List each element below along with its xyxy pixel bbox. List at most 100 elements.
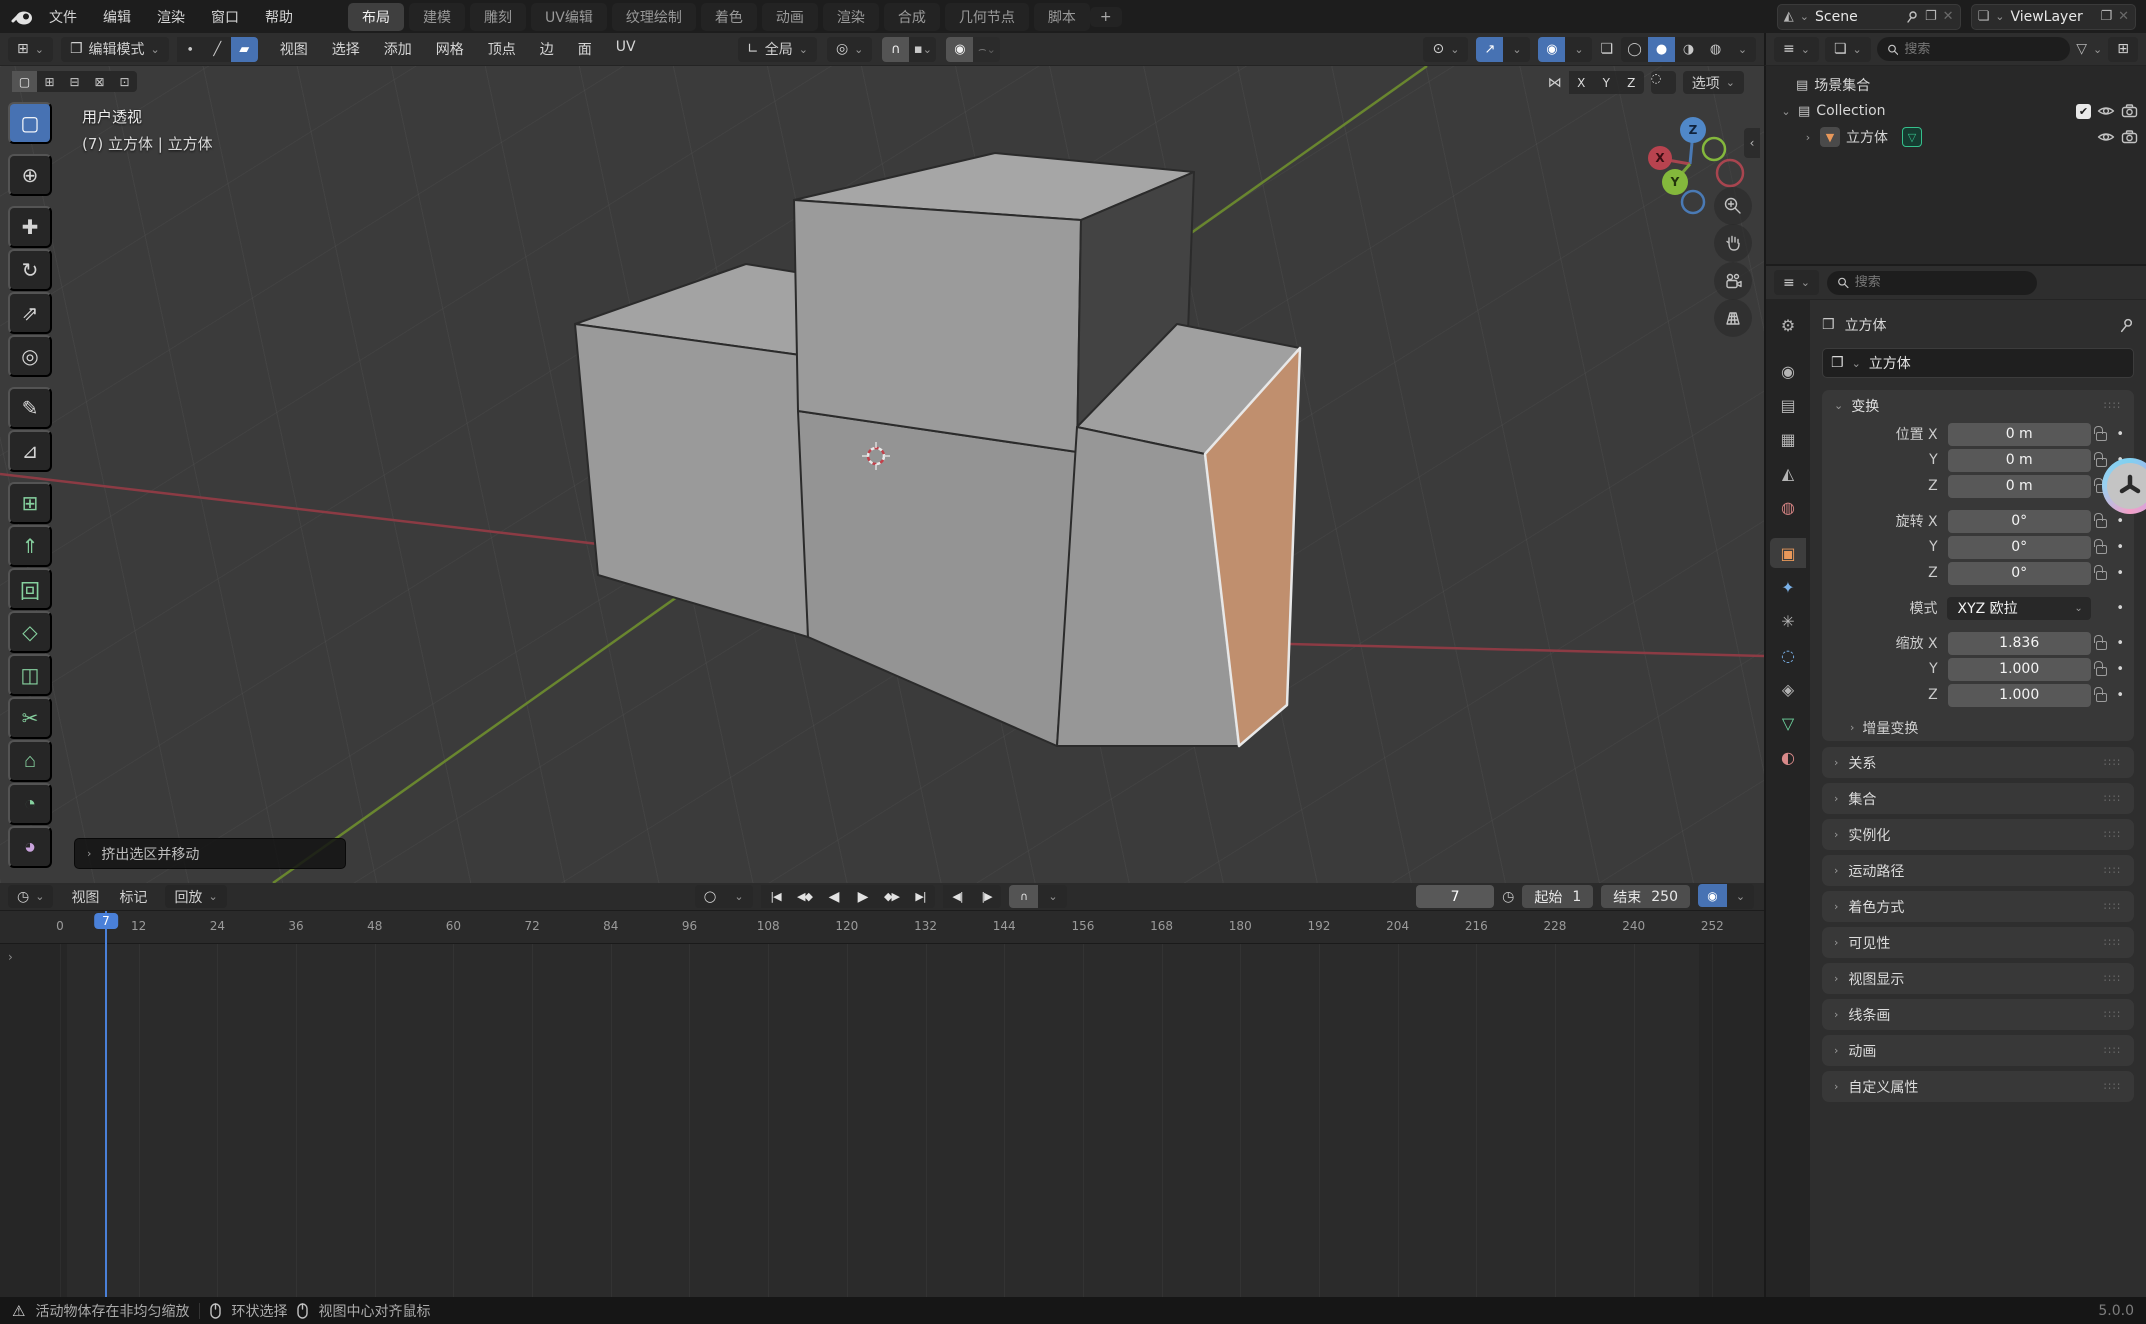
options-dropdown[interactable]: 选项 ⌄ xyxy=(1683,71,1744,94)
timeline-editor[interactable]: ◷⌄ 视图标记 回放 ⌄ ◯ ⌄ |◀◀◆◀▶◆▶▶| ◀||▶ xyxy=(0,883,1764,1297)
menu-item[interactable]: 视图 xyxy=(280,39,308,59)
properties-editor-type-button[interactable]: ≡⌄ xyxy=(1774,270,1819,295)
outliner-row-cube[interactable]: › ▼ 立方体 ▽ xyxy=(1766,124,2146,150)
menu-item[interactable]: 网格 xyxy=(436,39,464,59)
timeline-editor-type-button[interactable]: ◷⌄ xyxy=(8,885,53,908)
tool-button[interactable]: ⊞ xyxy=(8,482,52,524)
properties-tab[interactable]: ◉ xyxy=(1770,356,1806,386)
lock-button[interactable] xyxy=(2091,427,2113,441)
properties-panel-collapsed[interactable]: › 动画 ∷∷ xyxy=(1822,1035,2134,1066)
axis-neg-z-handle[interactable] xyxy=(1682,191,1704,213)
mirror-axis-button[interactable]: X xyxy=(1569,71,1594,94)
properties-tab[interactable]: ▤ xyxy=(1770,390,1806,420)
proportional-editing-toggle[interactable]: ◉ xyxy=(946,37,973,62)
workspace-tab[interactable]: 着色 xyxy=(701,3,757,31)
value-field[interactable]: 0 m⌄ xyxy=(1948,475,2091,498)
properties-tab[interactable]: ▣ xyxy=(1770,538,1806,568)
outliner-row-collection[interactable]: ⌄ ▤ Collection ✔ xyxy=(1766,98,2146,124)
object-name-field[interactable]: ❒ ⌄ 立方体 xyxy=(1822,348,2134,378)
new-viewlayer-icon[interactable]: ❐ xyxy=(2100,9,2112,24)
mirror-axis-button[interactable]: Z xyxy=(1619,71,1644,94)
select-mode-button[interactable]: ⊡ xyxy=(112,71,137,92)
workspace-tab[interactable]: 渲染 xyxy=(823,3,879,31)
playhead-line[interactable] xyxy=(105,911,107,1297)
tool-button[interactable]: ⊕ xyxy=(8,154,52,196)
value-field[interactable]: 1.000⌄ xyxy=(1948,684,2091,707)
properties-tab[interactable]: ✳ xyxy=(1770,606,1806,636)
properties-tab[interactable]: ◈ xyxy=(1770,674,1806,704)
camera-view-button[interactable] xyxy=(1714,262,1752,300)
animate-dot-button[interactable]: • xyxy=(2112,427,2128,442)
stopwatch-icon[interactable]: ◷ xyxy=(1502,889,1514,905)
drag-handle-icon[interactable]: ∷∷ xyxy=(2104,972,2122,985)
select-mode-button[interactable]: ⊠ xyxy=(87,71,112,92)
tool-button[interactable]: ◫ xyxy=(8,654,52,696)
frame-end-field[interactable]: 结束 250 xyxy=(1601,885,1690,908)
drag-handle-icon[interactable]: ∷∷ xyxy=(2104,1008,2122,1021)
menu-item[interactable]: UV xyxy=(616,39,636,59)
properties-tab[interactable]: ◌ xyxy=(1770,640,1806,670)
tool-button[interactable]: ▢ xyxy=(8,102,52,144)
tool-button[interactable]: ✎ xyxy=(8,387,52,429)
select-mode-button[interactable]: ⊞ xyxy=(37,71,62,92)
menu-item[interactable]: 编辑 xyxy=(103,7,131,27)
mode-dropdown[interactable]: ❒ 编辑模式 ⌄ xyxy=(61,37,169,62)
tool-button[interactable]: ✂ xyxy=(8,697,52,739)
shading-rendered-button[interactable]: ◍ xyxy=(1702,37,1729,62)
overlays-toggle[interactable]: ◉ xyxy=(1538,37,1565,62)
tool-button[interactable]: ⌂ xyxy=(8,740,52,782)
sidebar-collapse-arrow[interactable]: ‹ xyxy=(1744,128,1760,158)
tool-button[interactable]: 回 xyxy=(8,568,52,610)
transport-button[interactable]: ◀◆ xyxy=(790,885,819,908)
drag-handle-icon[interactable]: ∷∷ xyxy=(2104,1080,2122,1093)
transport-button[interactable]: ◀ xyxy=(819,885,848,908)
snap-toggle[interactable]: ∩ xyxy=(882,37,909,62)
value-field[interactable]: 0°⌄ xyxy=(1948,536,2091,559)
workspace-tab[interactable]: UV编辑 xyxy=(531,3,607,31)
transport-button[interactable]: |◀ xyxy=(761,885,790,908)
properties-search-input[interactable] xyxy=(1855,275,2027,290)
tool-button[interactable]: ✚ xyxy=(8,206,52,248)
keying-dropdown[interactable]: ⌄ xyxy=(724,885,753,908)
current-frame-field[interactable]: 7 xyxy=(1416,885,1494,908)
value-field[interactable]: 0°⌄ xyxy=(1948,510,2091,533)
outliner-search-input[interactable] xyxy=(1904,42,2060,57)
timeline-track-area[interactable]: › xyxy=(0,944,1764,1297)
snap-base-button[interactable]: ◌ xyxy=(1651,71,1676,94)
drag-handle-icon[interactable]: ∷∷ xyxy=(2104,864,2122,877)
tool-button[interactable]: ◕ xyxy=(8,826,52,868)
workspace-tab[interactable]: 建模 xyxy=(409,3,465,31)
lock-button[interactable] xyxy=(2091,662,2113,676)
gizmo-dropdown[interactable]: ⌄ xyxy=(1503,37,1530,62)
viewlayer-selector[interactable]: ❏ ⌄ ViewLayer ❐ ✕ xyxy=(1971,4,2136,30)
properties-panel-collapsed[interactable]: › 实例化 ∷∷ xyxy=(1822,819,2134,850)
top-cube-front-face[interactable] xyxy=(794,200,1081,452)
transport-button[interactable]: ▶| xyxy=(906,885,935,908)
eye-icon[interactable] xyxy=(2097,104,2115,118)
transform-orientation-dropdown[interactable]: ∟ 全局 ⌄ xyxy=(738,37,817,62)
delete-viewlayer-icon[interactable]: ✕ xyxy=(2118,9,2129,24)
operator-redo-panel[interactable]: › 挤出选区并移动 xyxy=(74,838,346,869)
chevron-down-icon[interactable]: ⌄ xyxy=(1780,105,1792,118)
tool-button[interactable]: ⇑ xyxy=(8,525,52,567)
outliner-display-mode[interactable]: ≡⌄ xyxy=(1774,37,1819,62)
outliner-search[interactable] xyxy=(1877,37,2071,61)
playback-dropdown[interactable]: 回放 ⌄ xyxy=(165,885,226,908)
properties-panel-collapsed[interactable]: › 着色方式 ∷∷ xyxy=(1822,891,2134,922)
add-workspace-button[interactable]: + xyxy=(1090,7,1122,27)
menu-item[interactable]: 边 xyxy=(540,39,554,59)
zoom-button[interactable] xyxy=(1714,187,1752,225)
workspace-tab[interactable]: 合成 xyxy=(884,3,940,31)
outliner-scene-mode[interactable]: ❏⌄ xyxy=(1825,37,1871,62)
properties-tab[interactable]: ▦ xyxy=(1770,424,1806,454)
workspace-tab[interactable]: 纹理绘制 xyxy=(612,3,696,31)
mesh-select-mode-button[interactable]: ╱ xyxy=(204,37,231,62)
select-mode-button[interactable]: ⊟ xyxy=(62,71,87,92)
auto-snap-toggle[interactable]: ∩ xyxy=(1009,885,1038,908)
mirror-axis-button[interactable]: Y xyxy=(1594,71,1619,94)
tool-button[interactable]: ◇ xyxy=(8,611,52,653)
lock-button[interactable] xyxy=(2091,636,2113,650)
drag-handle-icon[interactable]: ∷∷ xyxy=(2104,828,2122,841)
collection-checkbox[interactable]: ✔ xyxy=(2076,104,2091,119)
shading-material-button[interactable]: ◑ xyxy=(1675,37,1702,62)
